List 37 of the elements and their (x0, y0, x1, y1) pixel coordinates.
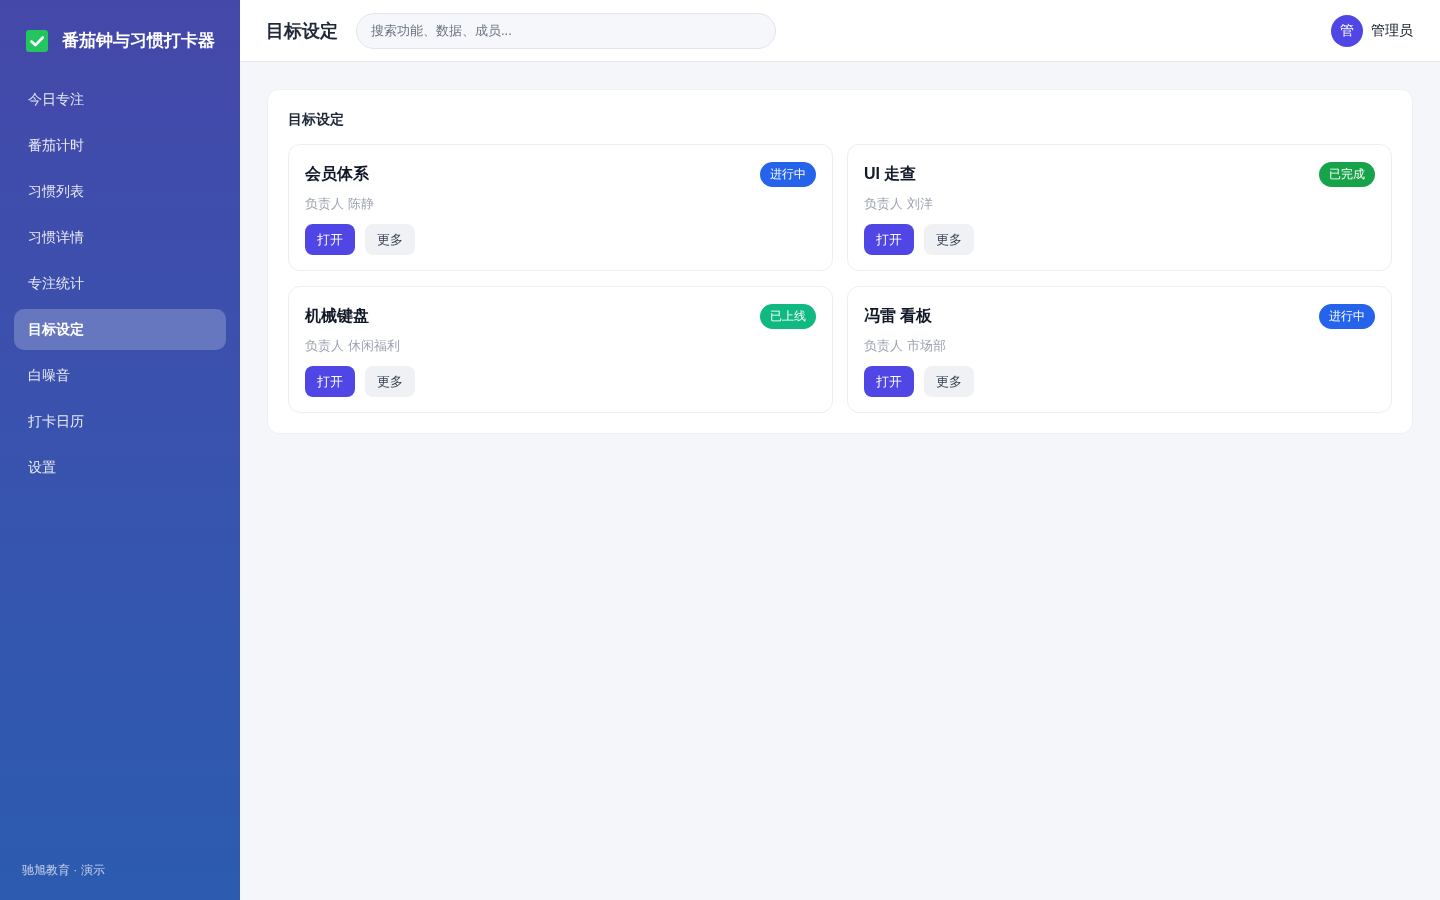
card-title: UI 走查 (864, 163, 917, 184)
nav-item[interactable]: 习惯详情 (14, 217, 226, 258)
open-button[interactable]: 打开 (864, 366, 914, 397)
nav-item[interactable]: 设置 (14, 447, 226, 488)
nav-item[interactable]: 目标设定 (14, 309, 226, 350)
owner-text: 负责人 陈静 (305, 195, 375, 213)
card-title: 冯雷 看板 (864, 305, 933, 326)
nav-item[interactable]: 白噪音 (14, 355, 226, 396)
more-button[interactable]: 更多 (365, 224, 415, 255)
status-badge: 进行中 (760, 161, 816, 187)
user-name: 管理员 (1371, 21, 1413, 40)
nav-item[interactable]: 今日专注 (14, 79, 226, 120)
owner-text: 负责人 市场部 (864, 337, 947, 355)
nav-item[interactable]: 习惯列表 (14, 171, 226, 212)
more-button[interactable]: 更多 (365, 366, 415, 397)
footer-text: 驰旭教育 · 演示 (21, 862, 106, 879)
owner-text: 负责人 休闲福利 (305, 337, 401, 355)
open-button[interactable]: 打开 (305, 366, 355, 397)
page-title: 目标设定 (266, 19, 338, 43)
more-button[interactable]: 更多 (924, 224, 974, 255)
status-badge: 进行中 (1319, 303, 1375, 329)
nav-item[interactable]: 打卡日历 (14, 401, 226, 442)
panel-title: 目标设定 (288, 110, 345, 129)
check-icon (26, 29, 48, 52)
status-badge: 已上线 (760, 303, 816, 329)
status-badge: 已完成 (1319, 161, 1375, 187)
nav-item[interactable]: 专注统计 (14, 263, 226, 304)
owner-text: 负责人 刘洋 (864, 195, 934, 213)
avatar-icon[interactable]: 管 (1331, 14, 1363, 47)
more-button[interactable]: 更多 (924, 366, 974, 397)
open-button[interactable]: 打开 (864, 224, 914, 255)
card-title: 机械键盘 (305, 305, 369, 326)
open-button[interactable]: 打开 (305, 224, 355, 255)
nav-item[interactable]: 番茄计时 (14, 125, 226, 166)
app-title: 番茄钟与习惯打卡器 (62, 30, 215, 52)
search-field[interactable]: 搜索功能、数据、成员... (356, 12, 776, 49)
card-title: 会员体系 (305, 163, 369, 184)
